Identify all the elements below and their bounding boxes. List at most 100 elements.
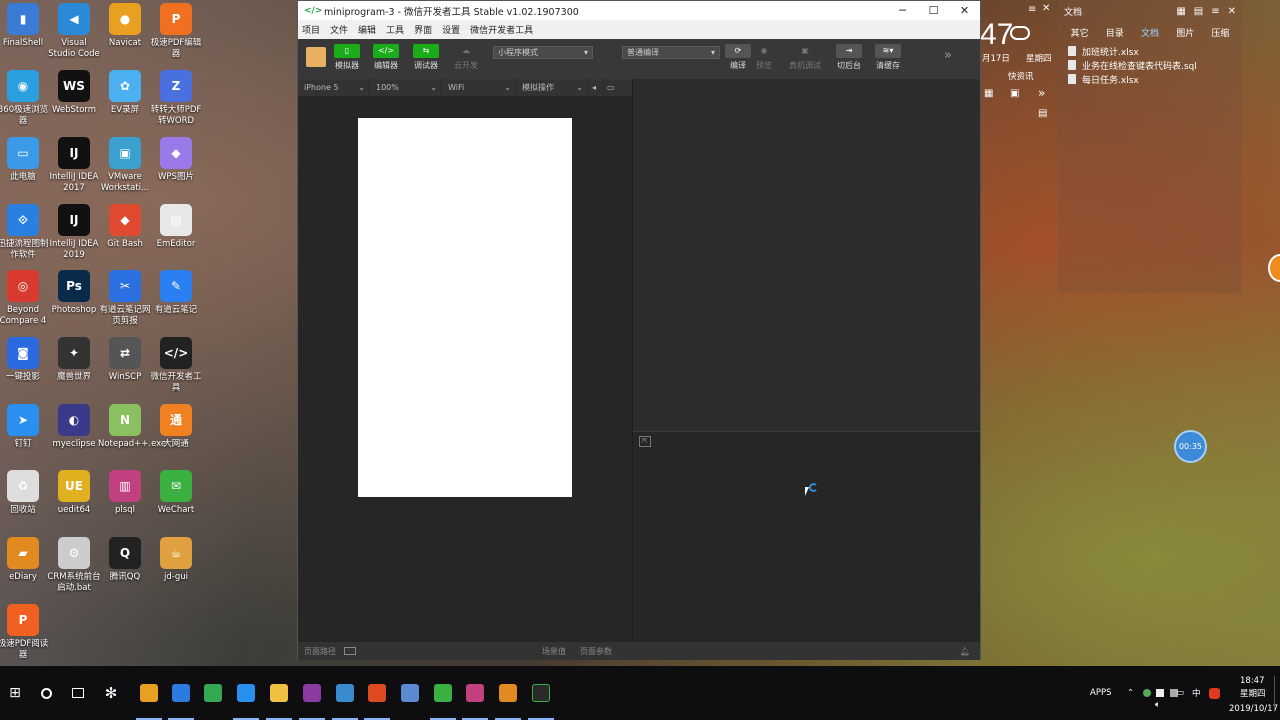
- page-path-label[interactable]: 页面路径: [304, 646, 336, 657]
- popout-icon[interactable]: ▭: [604, 79, 620, 96]
- widget-grid2-icon[interactable]: ▣: [1010, 88, 1019, 99]
- start-button[interactable]: ⊞: [0, 666, 30, 720]
- widget-menu-icon[interactable]: ≡: [1028, 4, 1036, 15]
- desktop-icon[interactable]: P 极速PDF阅读器: [0, 604, 50, 661]
- editor-button[interactable]: </> 编辑器: [368, 44, 404, 71]
- remote-debug-button[interactable]: ▣ 真机调试: [787, 44, 823, 71]
- taskbar-app-app-icon[interactable]: [362, 666, 392, 720]
- chevron-up-icon[interactable]: ⌃: [1127, 666, 1134, 720]
- inspect-icon[interactable]: ⇱: [639, 436, 651, 447]
- floating-assistant-icon[interactable]: [1268, 254, 1280, 282]
- preview-button[interactable]: ◉ 预览: [746, 44, 782, 71]
- volume-icon[interactable]: ◂: [588, 79, 604, 96]
- menu-icon[interactable]: ≡: [1211, 6, 1219, 17]
- more-toolbar-icon[interactable]: »: [944, 48, 952, 63]
- titlebar[interactable]: </> miniprogram-3 - 微信开发者工具 Stable v1.02…: [298, 1, 980, 20]
- desktop-icon[interactable]: ▥ plsql: [98, 470, 152, 516]
- tray-status-icons[interactable]: [1143, 666, 1178, 720]
- menu-item[interactable]: 界面: [414, 23, 432, 36]
- menu-item[interactable]: 设置: [442, 23, 460, 36]
- taskbar-app-app-icon[interactable]: [395, 666, 425, 720]
- desktop-icon[interactable]: IJ IntelliJ IDEA 2019: [47, 204, 101, 261]
- file-list-item[interactable]: 每日任务.xlsx: [1058, 72, 1242, 86]
- desktop-icon[interactable]: Ps Photoshop: [47, 270, 101, 316]
- taskbar-app-chrome-icon[interactable]: [198, 666, 228, 720]
- network-select[interactable]: WiFi ⌄: [442, 79, 516, 96]
- compile-select[interactable]: 普通编译: [622, 46, 720, 59]
- widget-grid-icon[interactable]: ▦: [984, 88, 993, 99]
- grid-icon[interactable]: ▦: [1176, 6, 1185, 17]
- close-icon[interactable]: ✕: [1228, 6, 1236, 17]
- desktop-icon[interactable]: ▣ VMware Workstati...: [98, 137, 152, 194]
- maximize-button[interactable]: ☐: [918, 4, 949, 17]
- taskbar-app-vmware-icon[interactable]: [330, 666, 360, 720]
- simulate-operation-select[interactable]: 模拟操作 ⌄: [516, 79, 588, 96]
- taskbar-app-chrome-icon[interactable]: [134, 666, 164, 720]
- taskbar-app-wechat-icon[interactable]: [428, 666, 458, 720]
- taskbar-app-browser-icon[interactable]: [166, 666, 196, 720]
- file-widget-tab[interactable]: 目录: [1097, 26, 1132, 39]
- minimize-button[interactable]: ─: [887, 4, 918, 17]
- device-select[interactable]: iPhone 5 ⌄: [298, 79, 370, 96]
- file-list-item[interactable]: 业务在线检查键表代码表.sql: [1058, 58, 1242, 72]
- taskbar-app-file-explorer-icon[interactable]: [264, 666, 294, 720]
- desktop-icon[interactable]: ➤ 钉钉: [0, 404, 50, 450]
- volume-icon[interactable]: 🔈︎: [1155, 678, 1160, 720]
- desktop-icon[interactable]: Q 腾讯QQ: [98, 537, 152, 583]
- desktop-icon[interactable]: ♻ 回收站: [0, 470, 50, 516]
- widget-close-icon[interactable]: ✕: [1042, 3, 1050, 14]
- desktop-icon[interactable]: UE uedit64: [47, 470, 101, 516]
- avatar[interactable]: [306, 47, 326, 67]
- search-icon[interactable]: [31, 666, 61, 720]
- desktop-icon[interactable]: ◆ Git Bash: [98, 204, 152, 250]
- desktop-icon[interactable]: ✿ EV录屏: [98, 70, 152, 116]
- clear-cache-button[interactable]: ≋▾ 清缓存: [870, 44, 906, 71]
- tray-apps[interactable]: APPS: [1090, 666, 1111, 720]
- debugger-area[interactable]: ⇱: [632, 431, 980, 642]
- desktop-icon[interactable]: P 极速PDF编辑器: [149, 3, 203, 60]
- desktop-icon[interactable]: ● Navicat: [98, 3, 152, 49]
- mode-select[interactable]: 小程序模式: [493, 46, 593, 59]
- cloud-dev-button[interactable]: ☁ 云开发: [448, 44, 484, 71]
- desktop-icon[interactable]: WS WebStorm: [47, 70, 101, 116]
- simulator-button[interactable]: ▯ 模拟器: [329, 44, 365, 71]
- pinwheel-icon[interactable]: ✻: [96, 666, 126, 720]
- taskbar-app-wechat-devtools-icon[interactable]: [526, 666, 556, 720]
- desktop-icon[interactable]: ⚙ CRM系统前台启动.bat: [47, 537, 101, 594]
- desktop-icon[interactable]: ☕ jd-gui: [149, 537, 203, 583]
- message-icon[interactable]: ▭: [1176, 666, 1184, 720]
- list-icon[interactable]: ▤: [1194, 6, 1203, 17]
- desktop-icon[interactable]: ✦ 魔兽世界: [47, 337, 101, 383]
- phone-screen[interactable]: [358, 118, 572, 497]
- file-list-item[interactable]: 加班统计.xlsx: [1058, 44, 1242, 58]
- ime-indicator[interactable]: 中: [1192, 666, 1201, 720]
- desktop-icon[interactable]: ▰ eDiary: [0, 537, 50, 583]
- menu-item[interactable]: 文件: [330, 23, 348, 36]
- file-widget-tab[interactable]: 图片: [1168, 26, 1203, 39]
- menu-item[interactable]: 编辑: [358, 23, 376, 36]
- desktop-icon[interactable]: ⟐ 迅捷流程图制作软件: [0, 204, 50, 261]
- taskbar-app-database-icon[interactable]: [460, 666, 490, 720]
- file-widget-tab[interactable]: 压缩: [1203, 26, 1238, 39]
- taskbar-app-intellij-icon[interactable]: [297, 666, 327, 720]
- bell-icon[interactable]: 🔔︎: [960, 647, 970, 656]
- desktop-icon[interactable]: ✎ 有道云笔记: [149, 270, 203, 316]
- sogou-icon[interactable]: [1209, 666, 1220, 720]
- desktop-icon[interactable]: Z 转转大师PDF转WORD: [149, 70, 203, 127]
- desktop-icon[interactable]: IJ IntelliJ IDEA 2017: [47, 137, 101, 194]
- scene-label[interactable]: 场景值: [542, 646, 566, 657]
- file-widget-tab[interactable]: 其它: [1062, 26, 1097, 39]
- desktop-icon[interactable]: ✂ 有道云笔记网页剪报: [98, 270, 152, 327]
- page-path-copy-icon[interactable]: [344, 647, 356, 655]
- file-widget-tab[interactable]: 文档: [1132, 26, 1167, 39]
- desktop-icon[interactable]: </> 微信开发者工具: [149, 337, 203, 394]
- desktop-icon[interactable]: ◙ 一键投影: [0, 337, 50, 383]
- floating-timer[interactable]: 00:35: [1174, 430, 1207, 463]
- zoom-select[interactable]: 100% ⌄: [370, 79, 442, 96]
- desktop-icon[interactable]: 通大网通: [149, 404, 203, 450]
- taskbar-date[interactable]: 2019/10/17: [1229, 682, 1278, 720]
- menu-item[interactable]: 工具: [386, 23, 404, 36]
- chevron-right-icon[interactable]: »: [1038, 86, 1045, 100]
- widget-list-icon[interactable]: ▤: [1038, 108, 1047, 119]
- desktop-icon[interactable]: ▤ EmEditor: [149, 204, 203, 250]
